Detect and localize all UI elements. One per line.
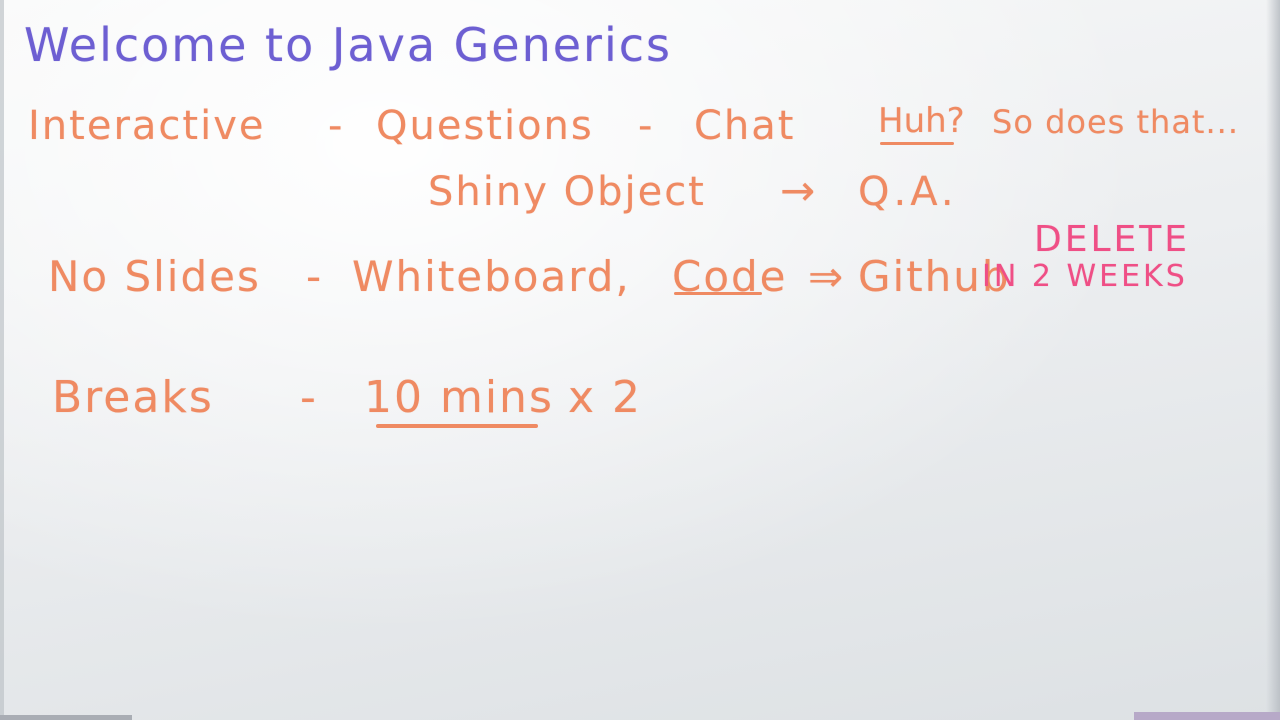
note-in-2-weeks: IN 2 WEEKS (982, 259, 1188, 294)
marker-tray-right (1134, 712, 1280, 720)
note-delete: DELETE (1034, 219, 1191, 260)
whiteboard: Welcome to Java Generics Interactive - Q… (0, 0, 1280, 720)
title-welcome: Welcome to Java Generics (24, 18, 672, 72)
note-huh: Huh? (878, 101, 965, 141)
dash-separator: - (306, 252, 324, 301)
note-10-mins: 10 mins (364, 372, 554, 423)
note-no-slides: No Slides (48, 252, 261, 301)
board-right-edge (1266, 0, 1280, 720)
note-shiny-object: Shiny Object (428, 169, 706, 215)
underline-code (674, 292, 762, 295)
note-interactive: Interactive (28, 103, 266, 149)
dash-separator: - (300, 372, 318, 423)
note-so-does-that: So does that... (992, 103, 1239, 141)
note-qa: Q.A. (858, 169, 958, 215)
note-questions: Questions (376, 103, 594, 149)
underline-huh (880, 142, 954, 145)
marker-tray-left (0, 715, 132, 720)
board-left-edge (0, 0, 4, 720)
note-whiteboard: Whiteboard, (352, 252, 631, 301)
note-chat: Chat (694, 103, 796, 149)
implies-arrow-icon: ⇒ (808, 252, 846, 301)
note-times-two: x 2 (568, 372, 643, 423)
dash-separator: - (328, 103, 345, 149)
arrow-icon: → (780, 166, 816, 215)
underline-10-mins (376, 424, 538, 428)
dash-separator: - (638, 103, 655, 149)
note-breaks: Breaks (52, 372, 214, 423)
